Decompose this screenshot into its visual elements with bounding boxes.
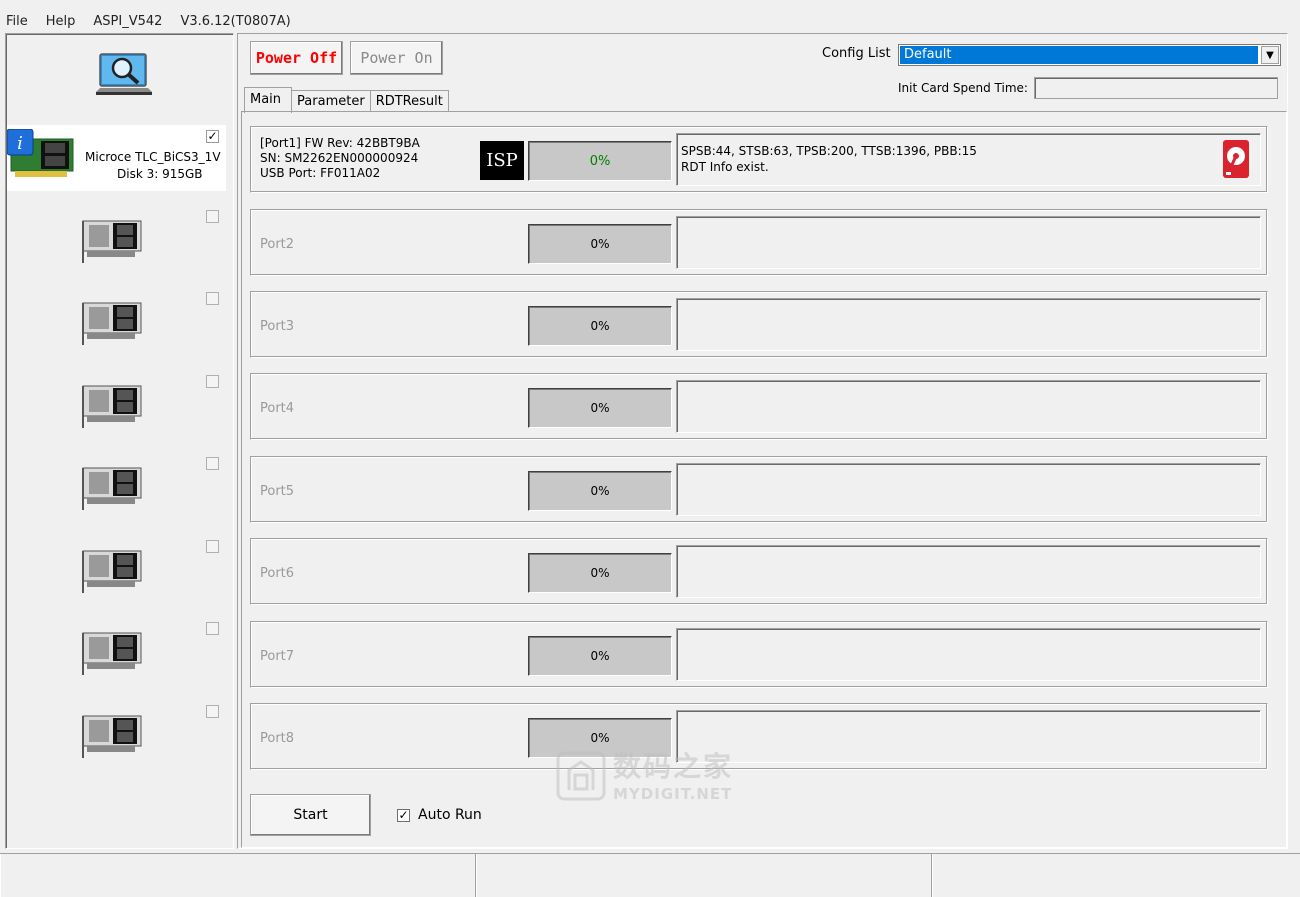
auto-run-label: Auto Run bbox=[418, 807, 482, 823]
port-row-1: [Port1] FW Rev: 42BBT9BA SN: SM2262EN0000… bbox=[250, 126, 1268, 193]
port-info: [Port1] FW Rev: 42BBT9BA SN: SM2262EN0000… bbox=[260, 136, 420, 181]
port-row-4: Port4 0% bbox=[250, 373, 1268, 440]
device-checkbox-2[interactable] bbox=[206, 210, 219, 223]
port-label: Port2 bbox=[260, 237, 295, 252]
hard-disk-icon[interactable] bbox=[1222, 139, 1250, 179]
device-disk: Disk 3: 915GB bbox=[117, 167, 203, 181]
tab-parameter[interactable]: Parameter bbox=[291, 90, 371, 112]
power-on-button[interactable]: Power On bbox=[350, 41, 443, 75]
port-progress-bar: 0% bbox=[528, 636, 672, 676]
device-slot-2[interactable] bbox=[7, 205, 226, 271]
watermark-line1: 数码之家 bbox=[613, 750, 734, 783]
device-slot-5[interactable] bbox=[7, 452, 226, 518]
port-label: Port4 bbox=[260, 401, 295, 416]
port-label: Port3 bbox=[260, 319, 295, 334]
device-checkbox-1[interactable]: ✓ bbox=[206, 130, 219, 143]
port-status-box bbox=[676, 298, 1261, 351]
port-progress-bar: 0% bbox=[528, 388, 672, 428]
menu-version[interactable]: V3.6.12(T0807A) bbox=[180, 14, 290, 29]
port-info-line: SN: SM2262EN000000924 bbox=[260, 151, 419, 165]
tab-bar: Main Parameter RDTResult bbox=[244, 84, 449, 113]
config-list-label: Config List bbox=[822, 46, 891, 61]
device-checkbox-7[interactable] bbox=[206, 622, 219, 635]
device-checkbox-5[interactable] bbox=[206, 457, 219, 470]
dropdown-arrow-icon[interactable]: ▼ bbox=[1261, 46, 1279, 64]
status-cell-1 bbox=[0, 854, 475, 897]
watermark-logo-icon bbox=[556, 751, 606, 801]
init-card-time-field bbox=[1034, 77, 1278, 99]
status-cell-2 bbox=[475, 854, 931, 897]
tab-main[interactable]: Main bbox=[244, 87, 293, 113]
port-progress-bar: 0% bbox=[528, 306, 672, 346]
ssd-card-info-icon: i bbox=[6, 128, 81, 188]
port-status-box bbox=[676, 545, 1261, 598]
port-label: Port6 bbox=[260, 566, 295, 581]
device-slot-8[interactable] bbox=[7, 700, 226, 766]
menu-file[interactable]: File bbox=[6, 14, 28, 29]
port-row-6: Port6 0% bbox=[250, 538, 1268, 605]
ssd-card-icon bbox=[77, 460, 147, 515]
port-info-line: USB Port: FF011A02 bbox=[260, 166, 381, 180]
port-row-3: Port3 0% bbox=[250, 291, 1268, 358]
port-status-line: SPSB:44, STSB:63, TPSB:200, TTSB:1396, P… bbox=[681, 144, 977, 158]
isp-badge: ISP bbox=[480, 141, 524, 180]
start-button[interactable]: Start bbox=[250, 794, 371, 836]
menu-app[interactable]: ASPI_V542 bbox=[93, 14, 162, 29]
port-status-box bbox=[676, 463, 1261, 516]
ssd-card-icon bbox=[77, 708, 147, 763]
menu-bar: File Help ASPI_V542 V3.6.12(T0807A) bbox=[0, 10, 1300, 32]
device-checkbox-6[interactable] bbox=[206, 540, 219, 553]
device-checkbox-3[interactable] bbox=[206, 292, 219, 305]
ssd-card-icon bbox=[77, 543, 147, 598]
ssd-card-icon bbox=[77, 295, 147, 350]
port-info-line: [Port1] FW Rev: 42BBT9BA bbox=[260, 136, 420, 150]
port-label: Port7 bbox=[260, 649, 295, 664]
device-checkbox-4[interactable] bbox=[206, 375, 219, 388]
status-bar bbox=[0, 853, 1300, 897]
port-row-2: Port2 0% bbox=[250, 209, 1268, 276]
tab-rdtresult[interactable]: RDTResult bbox=[369, 90, 449, 112]
port-progress-bar: 0% bbox=[528, 224, 672, 264]
power-off-button[interactable]: Power Off bbox=[250, 41, 343, 75]
port-label: Port8 bbox=[260, 731, 295, 746]
device-slot-3[interactable] bbox=[7, 287, 226, 353]
port-row-8: Port8 0% bbox=[250, 703, 1268, 770]
ssd-card-icon bbox=[77, 625, 147, 680]
watermark: 数码之家 MYDIGIT.NET bbox=[555, 745, 755, 805]
port-label: Port5 bbox=[260, 484, 295, 499]
port-row-5: Port5 0% bbox=[250, 456, 1268, 523]
port-progress-bar: 0% bbox=[528, 471, 672, 511]
device-slot-6[interactable] bbox=[7, 535, 226, 601]
port-progress-bar: 0% bbox=[528, 553, 672, 593]
scan-magnifier-icon[interactable] bbox=[96, 52, 152, 98]
device-slot-4[interactable] bbox=[7, 370, 226, 436]
watermark-line2: MYDIGIT.NET bbox=[613, 785, 733, 803]
port-status-box bbox=[676, 628, 1261, 681]
config-list-value: Default bbox=[900, 46, 1258, 64]
menu-help[interactable]: Help bbox=[46, 14, 76, 29]
port-status-box bbox=[676, 216, 1261, 269]
device-name: Microce TLC_BiCS3_1V bbox=[85, 150, 221, 164]
device-checkbox-8[interactable] bbox=[206, 705, 219, 718]
config-list-select[interactable]: Default ▼ bbox=[898, 44, 1281, 66]
port-row-7: Port7 0% bbox=[250, 621, 1268, 688]
device-slot-1[interactable]: i ✓ Microce TLC_BiCS3_1V Disk 3: 915GB bbox=[6, 125, 226, 191]
init-card-label: Init Card Spend Time: bbox=[898, 81, 1028, 95]
svg-text:i: i bbox=[17, 133, 23, 154]
ssd-card-icon bbox=[77, 378, 147, 433]
status-cell-3 bbox=[931, 854, 1300, 897]
port-status-box: SPSB:44, STSB:63, TPSB:200, TTSB:1396, P… bbox=[676, 133, 1261, 186]
auto-run-check[interactable]: ✓ bbox=[397, 808, 410, 822]
port-status-box bbox=[676, 380, 1261, 433]
port-status-box bbox=[676, 710, 1261, 763]
port-progress-bar: 0% bbox=[528, 141, 672, 181]
device-slot-7[interactable] bbox=[7, 617, 226, 683]
auto-run-checkbox[interactable]: ✓ Auto Run bbox=[397, 807, 482, 823]
ssd-card-icon bbox=[77, 213, 147, 268]
port-status-line: RDT Info exist. bbox=[681, 160, 769, 174]
